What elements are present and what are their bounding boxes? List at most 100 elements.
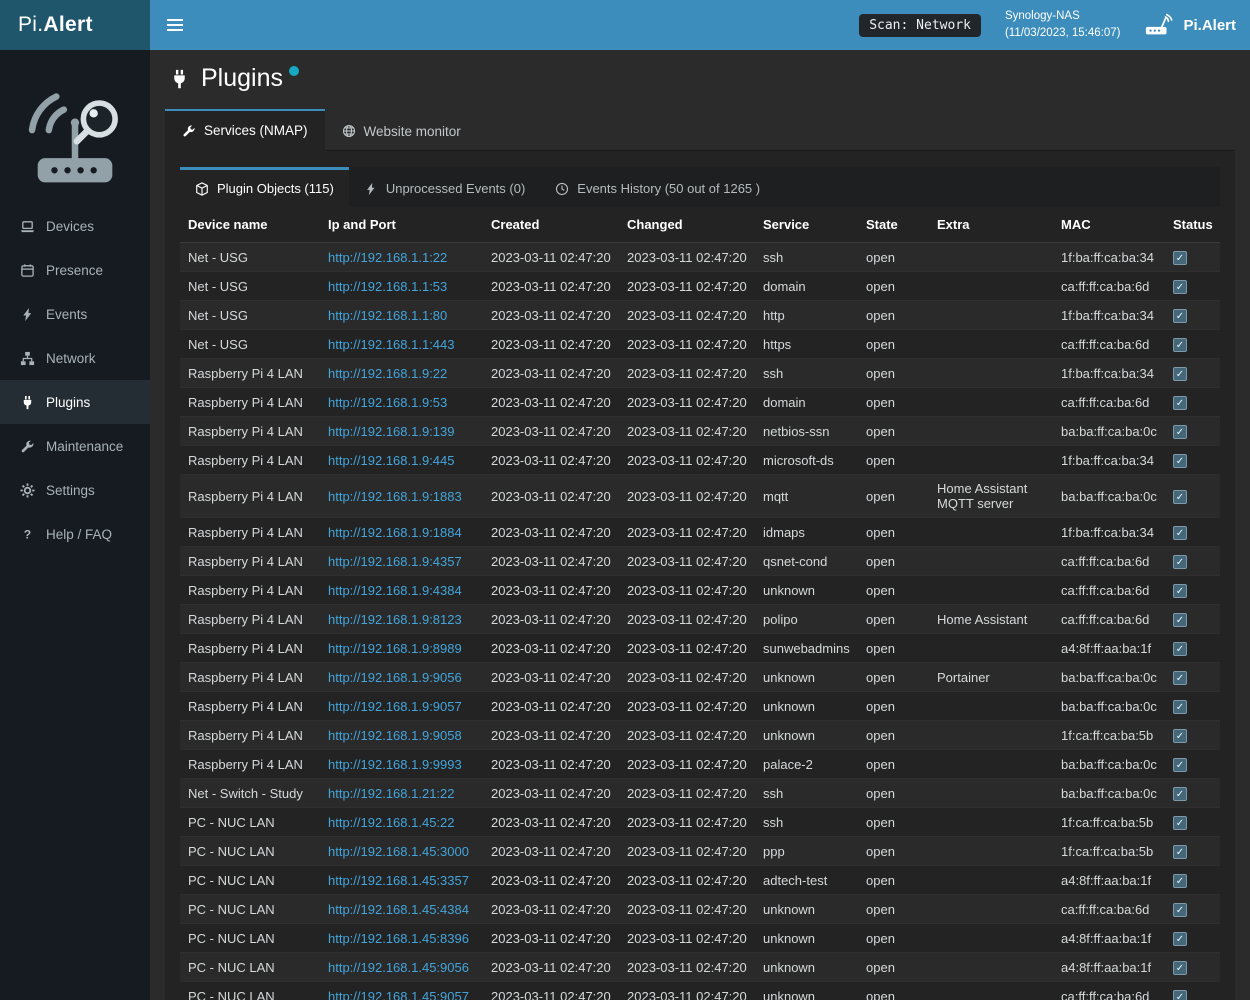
status-checkbox[interactable]: ✓ bbox=[1173, 526, 1187, 540]
table-row: PC - NUC LANhttp://192.168.1.45:43842023… bbox=[180, 895, 1220, 924]
col-header-created[interactable]: Created bbox=[483, 207, 619, 243]
port-link[interactable]: http://192.168.1.9:53 bbox=[328, 395, 447, 410]
sidebar-item-maintenance[interactable]: Maintenance bbox=[0, 424, 150, 468]
table-row: PC - NUC LANhttp://192.168.1.45:222023-0… bbox=[180, 808, 1220, 837]
sidebar-item-label: Network bbox=[46, 351, 96, 366]
sidebar-item-label: Plugins bbox=[46, 395, 90, 410]
status-checkbox[interactable]: ✓ bbox=[1173, 874, 1187, 888]
cell-mac: 1f:ba:ff:ca:ba:34 bbox=[1053, 301, 1165, 330]
status-checkbox[interactable]: ✓ bbox=[1173, 584, 1187, 598]
status-checkbox[interactable]: ✓ bbox=[1173, 251, 1187, 265]
port-link[interactable]: http://192.168.1.1:22 bbox=[328, 250, 447, 265]
status-checkbox[interactable]: ✓ bbox=[1173, 490, 1187, 504]
cell-state: open bbox=[858, 576, 929, 605]
col-header-status[interactable]: Status bbox=[1165, 207, 1220, 243]
sidebar-item-settings[interactable]: Settings bbox=[0, 468, 150, 512]
status-checkbox[interactable]: ✓ bbox=[1173, 990, 1187, 1000]
port-link[interactable]: http://192.168.1.9:139 bbox=[328, 424, 455, 439]
cube-icon bbox=[195, 182, 209, 196]
status-checkbox[interactable]: ✓ bbox=[1173, 454, 1187, 468]
status-checkbox[interactable]: ✓ bbox=[1173, 280, 1187, 294]
port-link[interactable]: http://192.168.1.9:4357 bbox=[328, 554, 462, 569]
sidebar-item-network[interactable]: Network bbox=[0, 336, 150, 380]
menu-toggle-icon[interactable] bbox=[150, 19, 200, 31]
cell-state: open bbox=[858, 750, 929, 779]
sidebar-item-events[interactable]: Events bbox=[0, 292, 150, 336]
help-badge[interactable] bbox=[289, 66, 299, 76]
col-header-service[interactable]: Service bbox=[755, 207, 858, 243]
status-checkbox[interactable]: ✓ bbox=[1173, 396, 1187, 410]
col-header-extra[interactable]: Extra bbox=[929, 207, 1053, 243]
cell-device: Net - USG bbox=[180, 330, 320, 359]
port-link[interactable]: http://192.168.1.9:8989 bbox=[328, 641, 462, 656]
sidebar-item-plugins[interactable]: Plugins bbox=[0, 380, 150, 424]
cell-mac: ca:ff:ff:ca:ba:6d bbox=[1053, 605, 1165, 634]
status-checkbox[interactable]: ✓ bbox=[1173, 816, 1187, 830]
port-link[interactable]: http://192.168.1.45:9057 bbox=[328, 989, 469, 1000]
col-header-device-name[interactable]: Device name bbox=[180, 207, 320, 243]
cell-device: Raspberry Pi 4 LAN bbox=[180, 417, 320, 446]
status-checkbox[interactable]: ✓ bbox=[1173, 932, 1187, 946]
cell-service: ssh bbox=[755, 808, 858, 837]
port-link[interactable]: http://192.168.1.9:9056 bbox=[328, 670, 462, 685]
tab-label: Unprocessed Events (0) bbox=[386, 181, 525, 196]
status-checkbox[interactable]: ✓ bbox=[1173, 961, 1187, 975]
status-checkbox[interactable]: ✓ bbox=[1173, 425, 1187, 439]
port-link[interactable]: http://192.168.1.9:445 bbox=[328, 453, 455, 468]
status-checkbox[interactable]: ✓ bbox=[1173, 729, 1187, 743]
col-header-state[interactable]: State bbox=[858, 207, 929, 243]
port-link[interactable]: http://192.168.1.45:3357 bbox=[328, 873, 469, 888]
tab-website-monitor[interactable]: Website monitor bbox=[325, 109, 478, 151]
cell-mac: ca:ff:ff:ca:ba:6d bbox=[1053, 895, 1165, 924]
port-link[interactable]: http://192.168.1.45:22 bbox=[328, 815, 455, 830]
sidebar-item-devices[interactable]: Devices bbox=[0, 204, 150, 248]
port-link[interactable]: http://192.168.1.21:22 bbox=[328, 786, 455, 801]
topbar-brand[interactable]: Pi.Alert bbox=[1144, 13, 1236, 37]
status-checkbox[interactable]: ✓ bbox=[1173, 642, 1187, 656]
cell-url: http://192.168.1.45:9057 bbox=[320, 982, 483, 1000]
cell-service: unknown bbox=[755, 692, 858, 721]
status-checkbox[interactable]: ✓ bbox=[1173, 309, 1187, 323]
port-link[interactable]: http://192.168.1.1:80 bbox=[328, 308, 447, 323]
cell-state: open bbox=[858, 417, 929, 446]
cell-created: 2023-03-11 02:47:20 bbox=[483, 808, 619, 837]
status-checkbox[interactable]: ✓ bbox=[1173, 555, 1187, 569]
port-link[interactable]: http://192.168.1.1:443 bbox=[328, 337, 455, 352]
status-checkbox[interactable]: ✓ bbox=[1173, 338, 1187, 352]
port-link[interactable]: http://192.168.1.9:22 bbox=[328, 366, 447, 381]
status-checkbox[interactable]: ✓ bbox=[1173, 367, 1187, 381]
tab-services-nmap[interactable]: Services (NMAP) bbox=[165, 109, 325, 151]
cell-created: 2023-03-11 02:47:20 bbox=[483, 750, 619, 779]
port-link[interactable]: http://192.168.1.9:1884 bbox=[328, 525, 462, 540]
status-checkbox[interactable]: ✓ bbox=[1173, 613, 1187, 627]
col-header-mac[interactable]: MAC bbox=[1053, 207, 1165, 243]
port-link[interactable]: http://192.168.1.9:8123 bbox=[328, 612, 462, 627]
status-checkbox[interactable]: ✓ bbox=[1173, 671, 1187, 685]
subtab-unprocessed-events-0[interactable]: Unprocessed Events (0) bbox=[349, 167, 540, 207]
port-link[interactable]: http://192.168.1.9:4384 bbox=[328, 583, 462, 598]
port-link[interactable]: http://192.168.1.45:4384 bbox=[328, 902, 469, 917]
status-checkbox[interactable]: ✓ bbox=[1173, 845, 1187, 859]
port-link[interactable]: http://192.168.1.9:9058 bbox=[328, 728, 462, 743]
status-checkbox[interactable]: ✓ bbox=[1173, 903, 1187, 917]
port-link[interactable]: http://192.168.1.45:9056 bbox=[328, 960, 469, 975]
sidebar-item-presence[interactable]: Presence bbox=[0, 248, 150, 292]
col-header-ip-and-port[interactable]: Ip and Port bbox=[320, 207, 483, 243]
port-link[interactable]: http://192.168.1.9:9057 bbox=[328, 699, 462, 714]
cell-changed: 2023-03-11 02:47:20 bbox=[619, 605, 755, 634]
port-link[interactable]: http://192.168.1.1:53 bbox=[328, 279, 447, 294]
sidebar-item-help-faq[interactable]: ?Help / FAQ bbox=[0, 512, 150, 556]
app-logo[interactable]: Pi.Alert bbox=[0, 0, 150, 50]
subtab-plugin-objects-115[interactable]: Plugin Objects (115) bbox=[180, 167, 349, 207]
status-checkbox[interactable]: ✓ bbox=[1173, 758, 1187, 772]
status-checkbox[interactable]: ✓ bbox=[1173, 787, 1187, 801]
port-link[interactable]: http://192.168.1.45:8396 bbox=[328, 931, 469, 946]
port-link[interactable]: http://192.168.1.9:9993 bbox=[328, 757, 462, 772]
col-header-changed[interactable]: Changed bbox=[619, 207, 755, 243]
port-link[interactable]: http://192.168.1.45:3000 bbox=[328, 844, 469, 859]
subtab-events-history-50-out-of-1265[interactable]: Events History (50 out of 1265 ) bbox=[540, 167, 775, 207]
cell-status: ✓ bbox=[1165, 243, 1220, 272]
cell-mac: ba:ba:ff:ca:ba:0c bbox=[1053, 779, 1165, 808]
status-checkbox[interactable]: ✓ bbox=[1173, 700, 1187, 714]
port-link[interactable]: http://192.168.1.9:1883 bbox=[328, 489, 462, 504]
